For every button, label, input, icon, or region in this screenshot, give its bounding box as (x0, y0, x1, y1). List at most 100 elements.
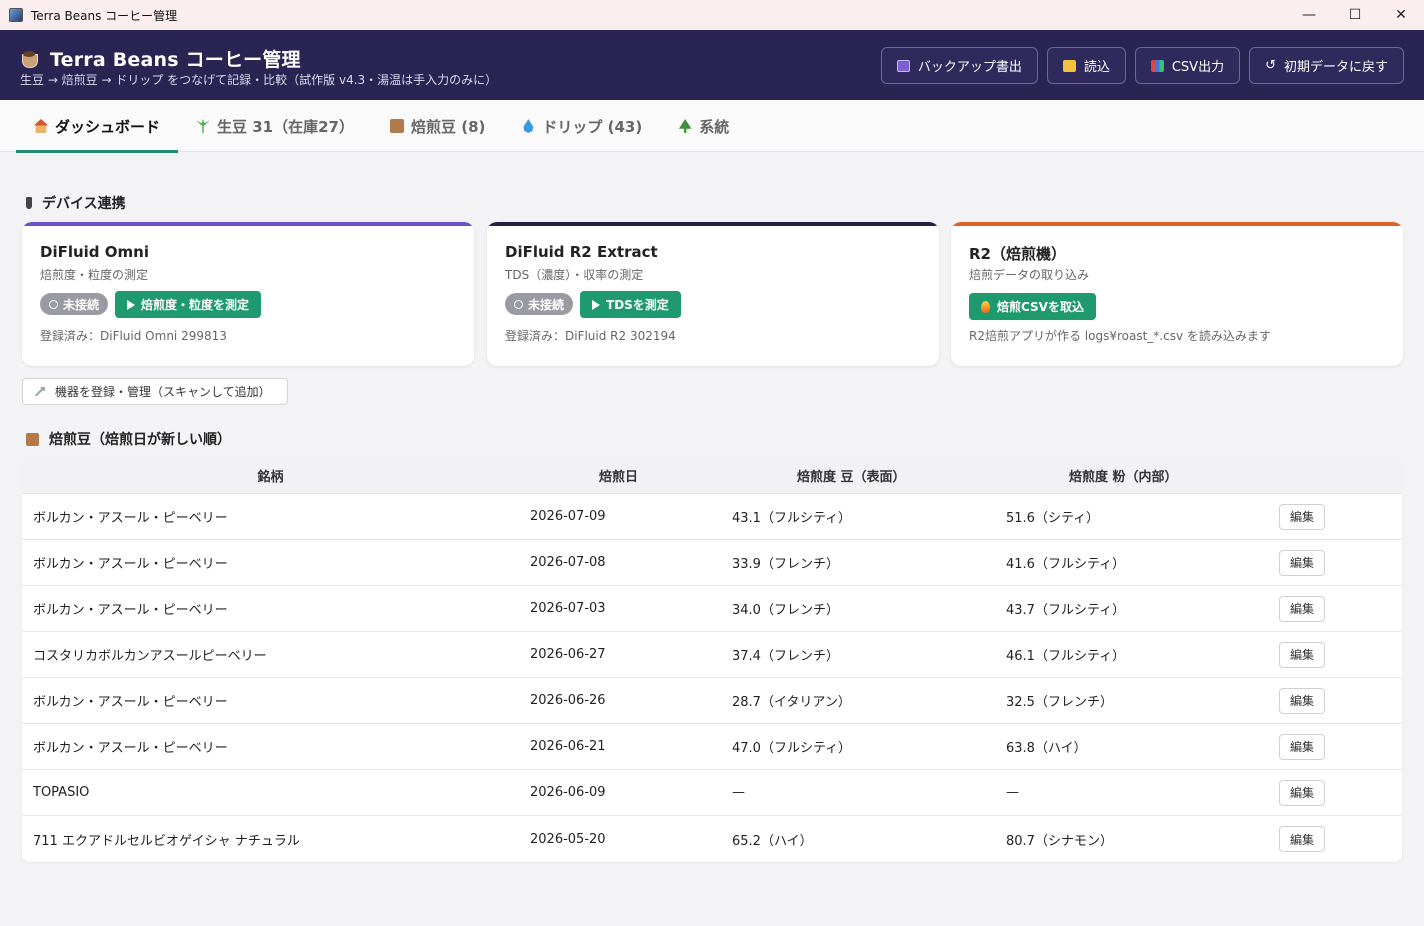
cell-roast-date: 2026-06-26 (530, 693, 606, 708)
floppy-disk-icon (896, 59, 910, 72)
minimize-button[interactable]: — (1286, 0, 1332, 30)
cell-name: ボルカン・アスール・ピーベリー (33, 603, 228, 618)
table-row: TOPASIO 2026-06-09 — — 編集 (22, 770, 1402, 816)
cell-name: ボルカン・アスール・ピーベリー (33, 511, 228, 526)
cell-bean-roast: 34.0（フレンチ） (732, 603, 839, 618)
col-header-ground-roast: 焙煎度 粉（内部） (1069, 469, 1178, 485)
col-header-date: 焙煎日 (599, 469, 639, 485)
cell-bean-roast: 65.2（ハイ） (732, 833, 813, 849)
cell-roast-date: 2026-05-20 (530, 831, 606, 847)
edit-button[interactable]: 編集 (1279, 733, 1325, 760)
cell-roast-date: 2026-06-21 (530, 739, 606, 754)
cell-ground-roast: 41.6（フルシティ） (1006, 557, 1126, 572)
edit-button[interactable]: 編集 (1279, 503, 1325, 530)
cell-ground-roast: 43.7（フルシティ） (1006, 603, 1126, 618)
devices-section-title: デバイス連携 (26, 193, 126, 213)
cell-bean-roast: — (732, 785, 745, 800)
app-subtitle: 生豆 → 焙煎豆 → ドリップ をつなげて記録・比較（試作版 v4.3・湯温は手… (20, 73, 498, 87)
device-card-r2-extract: DiFluid R2 Extract TDS（濃度）・収率の測定 未接続 TDS… (487, 222, 939, 366)
tree-icon (678, 119, 692, 133)
edit-button[interactable]: 編集 (1279, 595, 1325, 622)
tab-green-beans[interactable]: 生豆 31（在庫27） (178, 100, 372, 152)
play-icon (127, 299, 136, 310)
measure-roast-grind-button[interactable]: 焙煎度・粒度を測定 (115, 291, 262, 318)
sprout-icon (196, 119, 211, 133)
cell-ground-roast: 32.5（フレンチ） (1006, 695, 1113, 710)
plug-icon (26, 197, 32, 209)
cell-ground-roast: 63.8（ハイ） (1006, 741, 1087, 756)
backup-export-button[interactable]: バックアップ書出 (880, 47, 1038, 84)
tab-dashboard[interactable]: ダッシュボード (16, 100, 179, 153)
cell-bean-roast: 37.4（フレンチ） (732, 649, 839, 664)
house-icon (34, 119, 48, 133)
manage-devices-button[interactable]: 機器を登録・管理（スキャンして追加） (22, 378, 288, 405)
cell-bean-roast: 47.0（フルシティ） (732, 741, 852, 756)
device-name: DiFluid Omni (40, 243, 149, 261)
edit-button[interactable]: 編集 (1279, 779, 1325, 806)
table-row: ボルカン・アスール・ピーベリー 2026-06-26 28.7（イタリアン） 32.5… (22, 678, 1402, 724)
tab-roasted-beans[interactable]: 焙煎豆 (8) (372, 100, 503, 152)
table-row: ボルカン・アスール・ピーベリー 2026-06-21 47.0（フルシティ） 63.8… (22, 724, 1402, 770)
maximize-button[interactable]: ☐ (1332, 0, 1378, 30)
load-button[interactable]: 読込 (1046, 47, 1126, 84)
cell-roast-date: 2026-06-27 (530, 647, 606, 662)
app-title: Terra Beans コーヒー管理 (50, 49, 301, 71)
table-row: ボルカン・アスール・ピーベリー 2026-07-03 34.0（フレンチ） 43.7（… (22, 586, 1402, 632)
measure-tds-button[interactable]: TDSを測定 (580, 291, 681, 318)
bar-chart-icon (1150, 59, 1164, 72)
reset-arrow-icon: ↺ (1265, 58, 1276, 73)
cell-ground-roast: 51.6（シティ） (1006, 511, 1100, 526)
device-name: R2（焙煎機） (969, 245, 1066, 263)
box-icon (390, 119, 404, 133)
connection-status-badge: 未接続 (505, 293, 574, 315)
cell-name: ボルカン・アスール・ピーベリー (33, 695, 228, 710)
cell-roast-date: 2026-07-09 (530, 509, 606, 524)
device-desc: 焙煎データの取り込み (969, 268, 1090, 282)
edit-button[interactable]: 編集 (1279, 549, 1325, 576)
cell-bean-roast: 28.7（イタリアン） (732, 695, 851, 710)
registered-device-note: 登録済み：DiFluid R2 302194 (505, 329, 676, 343)
roasted-section-title: 焙煎豆（焙煎日が新しい順） (26, 429, 231, 449)
play-icon (592, 299, 601, 310)
table-header: 銘柄 焙煎日 焙煎度 豆（表面） 焙煎度 粉（内部） (22, 457, 1402, 494)
cell-bean-roast: 43.1（フルシティ） (732, 511, 852, 526)
folder-icon (1062, 59, 1076, 72)
coffee-cup-icon (20, 49, 40, 69)
table-row: ボルカン・アスール・ピーベリー 2026-07-09 43.1（フルシティ） 51.6… (22, 494, 1402, 540)
device-desc: TDS（濃度）・収率の測定 (505, 268, 644, 282)
table-row: ボルカン・アスール・ピーベリー 2026-07-08 33.9（フレンチ） 41.6（… (22, 540, 1402, 586)
import-roast-csv-button[interactable]: 焙煎CSVを取込 (969, 293, 1096, 320)
window-titlebar: Terra Beans コーヒー管理 — ☐ ✕ (0, 0, 1424, 30)
device-name: DiFluid R2 Extract (505, 243, 658, 261)
device-desc: 焙煎度・粒度の測定 (40, 268, 149, 282)
table-row: 711 エクアドルセルビオゲイシャ ナチュラル 2026-05-20 65.2（ハイ… (22, 816, 1402, 862)
cell-roast-date: 2026-07-08 (530, 555, 606, 570)
close-button[interactable]: ✕ (1378, 0, 1424, 30)
box-icon (26, 432, 39, 446)
csv-export-button[interactable]: CSV出力 (1134, 47, 1241, 84)
cell-name: ボルカン・アスール・ピーベリー (33, 741, 228, 756)
circle-icon (514, 299, 523, 309)
cell-name: コスタリカボルカンアスールピーベリー (33, 649, 267, 664)
app-icon (9, 8, 23, 22)
main-tabs: ダッシュボード 生豆 31（在庫27） 焙煎豆 (8) ドリップ (43) 系統 (0, 100, 1424, 153)
droplet-icon (523, 119, 534, 133)
cell-ground-roast: — (1006, 785, 1019, 800)
edit-button[interactable]: 編集 (1279, 641, 1325, 668)
registered-device-note: 登録済み：DiFluid Omni 299813 (40, 329, 227, 343)
cell-name: TOPASIO (33, 785, 90, 800)
cell-roast-date: 2026-06-09 (530, 785, 606, 800)
tab-lineage[interactable]: 系統 (660, 100, 747, 152)
col-header-bean-roast: 焙煎度 豆（表面） (797, 469, 906, 485)
cell-ground-roast: 46.1（フルシティ） (1006, 649, 1126, 664)
device-card-omni: DiFluid Omni 焙煎度・粒度の測定 未接続 焙煎度・粒度を測定 登録済… (22, 222, 474, 366)
edit-button[interactable]: 編集 (1279, 687, 1325, 714)
connection-status-badge: 未接続 (40, 293, 109, 315)
circle-icon (49, 299, 58, 309)
roasted-beans-table: 銘柄 焙煎日 焙煎度 豆（表面） 焙煎度 粉（内部） ボルカン・アスール・ピーベ… (22, 457, 1402, 862)
tab-drip[interactable]: ドリップ (43) (503, 100, 660, 152)
window-title: Terra Beans コーヒー管理 (31, 8, 178, 23)
reset-data-button[interactable]: ↺ 初期データに戻す (1249, 47, 1404, 84)
edit-button[interactable]: 編集 (1279, 826, 1325, 852)
wrench-icon (35, 386, 45, 397)
